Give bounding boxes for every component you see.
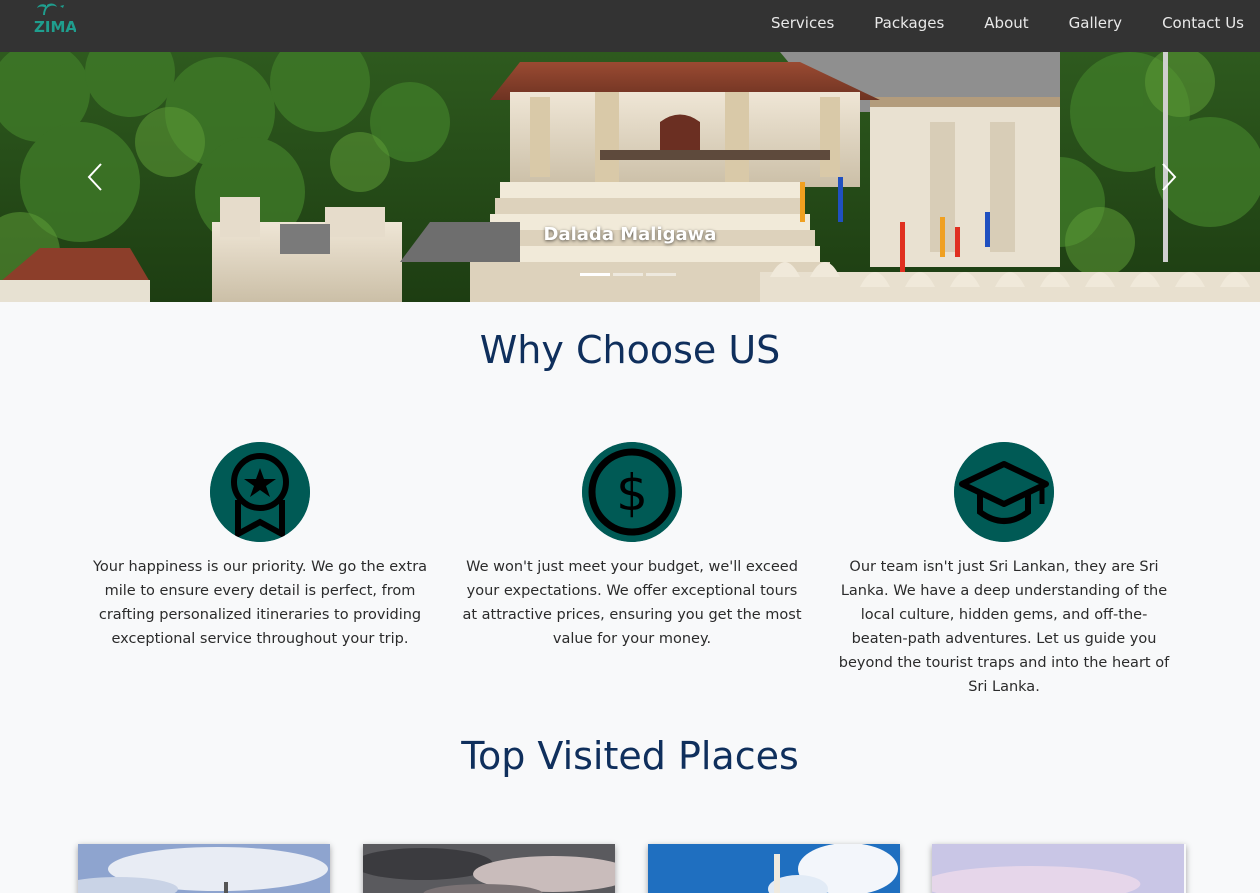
place-image-2 [363, 844, 615, 893]
navbar: ZIMA Services Packages About Gallery Con… [0, 0, 1260, 52]
place-card-1[interactable] [78, 844, 330, 893]
chevron-right-icon[interactable] [1154, 160, 1184, 194]
feature-budget: $ We won't just meet your budget, we'll … [462, 442, 802, 651]
feature-text-budget: We won't just meet your budget, we'll ex… [462, 559, 802, 647]
hero-caption: Dalada Maligawa [543, 224, 717, 245]
place-image-1 [78, 844, 330, 893]
carousel-indicator-2[interactable] [613, 273, 643, 276]
nav-link-about[interactable]: About [984, 14, 1028, 32]
nav-link-services[interactable]: Services [771, 14, 834, 32]
top-places-title: Top Visited Places [461, 734, 799, 778]
carousel-indicator-3[interactable] [646, 273, 676, 276]
place-card-4[interactable] [932, 844, 1186, 893]
award-badge-icon [210, 442, 310, 542]
place-image-4 [932, 844, 1184, 893]
place-image-3 [648, 844, 900, 893]
logo-text: ZIMA [34, 18, 76, 36]
place-card-3[interactable] [648, 844, 900, 893]
dollar-coin-icon: $ [582, 442, 682, 542]
place-card-2[interactable] [363, 844, 615, 893]
why-choose-title: Why Choose US [479, 328, 781, 372]
carousel-indicator-1[interactable] [580, 273, 610, 276]
nav-link-contact-us[interactable]: Contact Us [1162, 14, 1244, 32]
hero-slide-image [0, 52, 1260, 302]
feature-text-local-team: Our team isn't just Sri Lankan, they are… [838, 559, 1170, 695]
carousel-indicators [580, 273, 679, 276]
feature-text-happiness: Your happiness is our priority. We go th… [92, 559, 428, 647]
feature-local-team: Our team isn't just Sri Lankan, they are… [834, 442, 1174, 699]
zima-logo[interactable]: ZIMA [32, 2, 76, 36]
chevron-left-icon[interactable] [82, 160, 112, 194]
hero-carousel: Dalada Maligawa [0, 52, 1260, 302]
nav-link-gallery[interactable]: Gallery [1069, 14, 1122, 32]
svg-text:$: $ [616, 464, 648, 522]
feature-happiness: Your happiness is our priority. We go th… [90, 442, 430, 651]
nav-links: Services Packages About Gallery Contact … [731, 0, 1260, 46]
graduation-cap-icon [954, 442, 1054, 542]
nav-link-packages[interactable]: Packages [874, 14, 944, 32]
